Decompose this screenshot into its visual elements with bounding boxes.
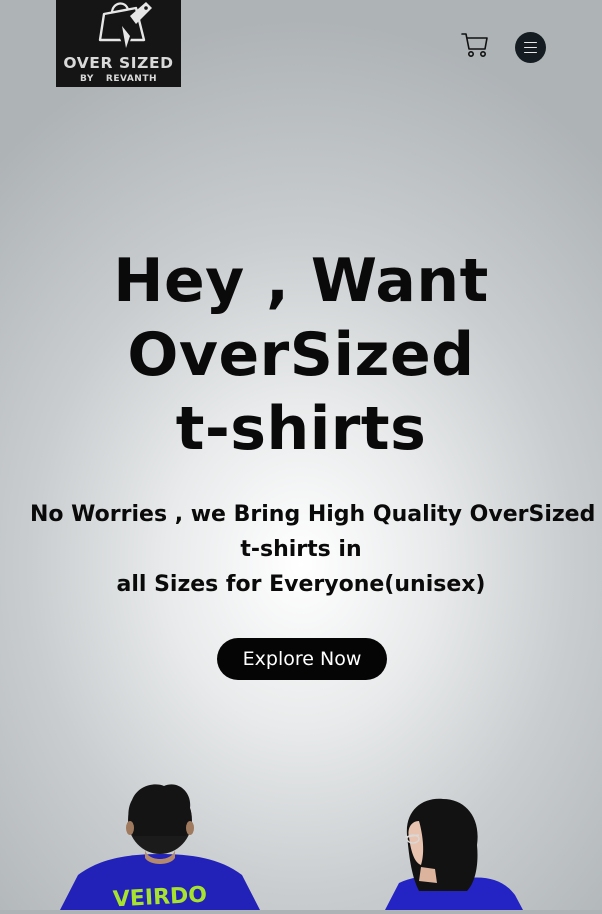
hero-title-line: Hey , Want: [113, 246, 489, 316]
shirt-print-text: VEIRDO: [112, 883, 207, 910]
hero-subtitle: No Worries , we Bring High Quality OverS…: [30, 497, 596, 602]
shopping-bag-tag-icon: [98, 2, 152, 52]
hamburger-menu-icon-bar: [524, 52, 537, 54]
logo-title: OVER SIZED: [63, 54, 174, 72]
hero-title-line: t-shirts: [175, 394, 427, 464]
logo-owner-name: REVANTH: [105, 74, 157, 84]
shopping-cart-icon: [461, 33, 488, 57]
menu-button[interactable]: [515, 32, 546, 63]
cart-button[interactable]: [460, 30, 490, 60]
model-image-left: VEIRDO: [60, 780, 260, 912]
hamburger-menu-icon-bar: [524, 42, 537, 44]
explore-now-button[interactable]: Explore Now: [217, 638, 387, 680]
hero-title-line: OverSized: [127, 320, 475, 390]
hero-subtitle-line: No Worries , we Bring High Quality OverS…: [30, 502, 596, 527]
hero-subtitle-line: t-shirts in: [240, 537, 362, 562]
brand-logo[interactable]: OVER SIZED BY REVANTH: [56, 0, 181, 87]
hero-subtitle-line: all Sizes for Everyone(unisex): [116, 572, 486, 597]
hero-title: Hey , Want OverSized t-shirts: [0, 244, 602, 466]
logo-subtitle: BY REVANTH: [56, 74, 181, 84]
logo-by: BY: [80, 74, 94, 84]
model-image-right: [385, 795, 535, 910]
hamburger-menu-icon-bar: [524, 47, 537, 49]
